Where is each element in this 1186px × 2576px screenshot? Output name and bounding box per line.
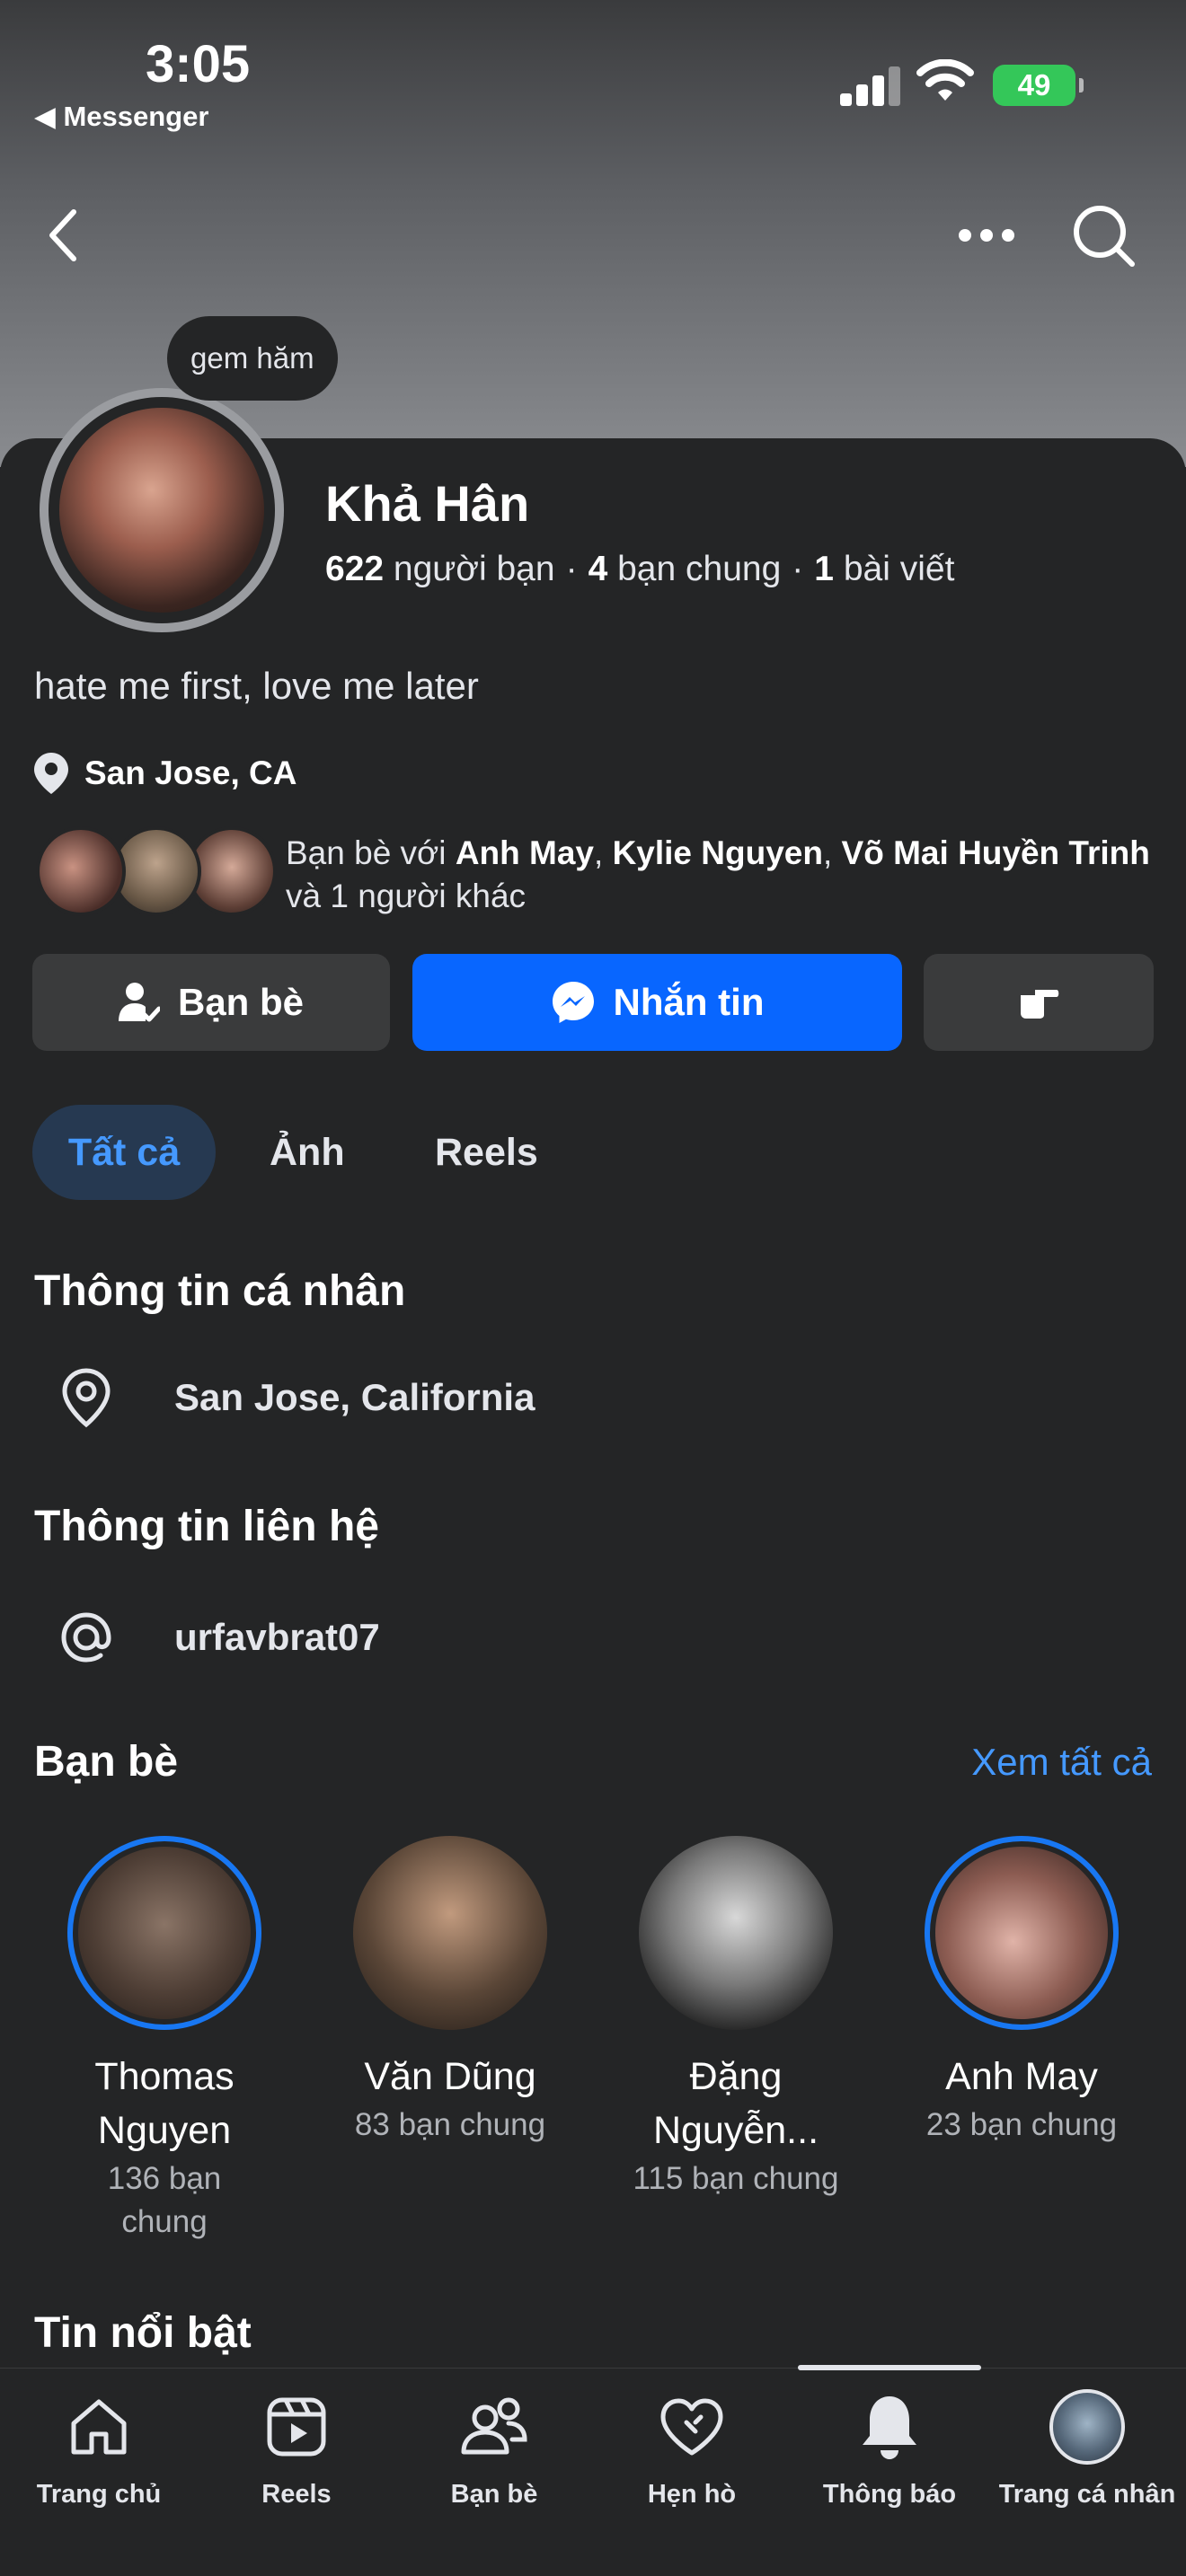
tab-all[interactable]: Tất cả xyxy=(32,1105,216,1200)
poke-hand-icon xyxy=(1021,990,1059,1019)
mutual-count[interactable]: 4 xyxy=(589,550,608,588)
friends-button-label: Bạn bè xyxy=(177,981,305,1023)
nav-friends[interactable]: Bạn bè xyxy=(395,2386,593,2510)
friend-name: Văn Dũng xyxy=(364,2055,536,2098)
friends-count-label[interactable]: người bạn xyxy=(394,550,555,588)
at-sign-icon xyxy=(61,1612,111,1663)
mutual-count-label[interactable]: bạn chung xyxy=(617,550,781,588)
friend-avatar xyxy=(925,1836,1119,2030)
mutual-name: Anh May xyxy=(455,834,595,871)
highlights-title: Tin nổi bật xyxy=(34,2309,252,2357)
profile-name: Khả Hân xyxy=(325,475,530,532)
personal-info-location[interactable]: San Jose, California xyxy=(52,1367,535,1428)
more-options-icon[interactable] xyxy=(957,225,1016,246)
contact-info-handle[interactable]: urfavbrat07 xyxy=(52,1606,380,1669)
profile-stats: 622 người bạn · 4 bạn chung · 1 bài viết xyxy=(325,550,955,588)
tab-photos[interactable]: Ảnh xyxy=(270,1105,345,1200)
battery-icon: 49 xyxy=(993,65,1084,106)
signal-icon xyxy=(840,66,901,106)
active-tab-indicator xyxy=(798,2365,981,2370)
back-to-app-link[interactable]: ◀ Messenger xyxy=(34,101,208,133)
mutual-name: Kylie Nguyen xyxy=(612,834,823,871)
nav-reels[interactable]: Reels xyxy=(198,2386,395,2510)
mutual-suffix: và 1 người khác xyxy=(286,878,527,914)
status-bar: 3:05 ◀ Messenger 49 xyxy=(0,0,1186,144)
nav-home[interactable]: Trang chủ xyxy=(0,2386,198,2510)
dating-icon xyxy=(660,2398,723,2456)
bottom-navigation: Trang chủ Reels Bạn bè Hẹn hò Thông báo … xyxy=(0,2365,1186,2576)
friend-mutual-count: 136 bạn chung xyxy=(107,2161,222,2239)
friend-card[interactable]: Thomas Nguyen 136 bạn chung xyxy=(30,1836,299,2244)
location-pin-icon xyxy=(34,753,68,794)
friend-name: Đặng Nguyễn... xyxy=(652,2055,819,2152)
friend-mutual-count: 83 bạn chung xyxy=(354,2107,546,2142)
mutual-separator: , xyxy=(594,834,604,871)
nav-notifications-label: Thông báo xyxy=(822,2480,957,2509)
friends-icon xyxy=(461,2397,527,2455)
nav-reels-label: Reels xyxy=(261,2480,332,2509)
friend-name: Anh May xyxy=(945,2055,1098,2098)
mutual-friends-text: Bạn bè với Anh May, Kylie Nguyen, Võ Mai… xyxy=(286,832,1166,918)
nav-dating[interactable]: Hẹn hò xyxy=(593,2386,791,2510)
friend-name: Thomas Nguyen xyxy=(94,2055,235,2152)
mutual-friend-avatar xyxy=(36,826,126,916)
home-icon xyxy=(71,2399,127,2455)
mutual-separator: , xyxy=(822,834,833,871)
contact-handle-text: urfavbrat07 xyxy=(174,1616,380,1658)
posts-count[interactable]: 1 xyxy=(814,550,834,588)
back-arrow-icon[interactable] xyxy=(45,208,81,262)
friends-button[interactable]: Bạn bè xyxy=(32,954,390,1051)
nav-profile[interactable]: Trang cá nhân xyxy=(988,2386,1186,2510)
mutual-friends-row[interactable]: Bạn bè với Anh May, Kylie Nguyen, Võ Mai… xyxy=(36,826,1168,925)
location-text: San Jose, CA xyxy=(84,754,297,791)
contact-info-title: Thông tin liên hệ xyxy=(34,1503,379,1550)
message-button-label: Nhắn tin xyxy=(613,981,765,1023)
message-button[interactable]: Nhắn tin xyxy=(412,954,902,1051)
profile-note-bubble[interactable]: gem hăm xyxy=(167,316,338,401)
friend-avatar xyxy=(353,1836,547,2030)
messenger-icon xyxy=(552,982,594,1023)
more-actions-button[interactable] xyxy=(924,954,1154,1051)
mutual-name: Võ Mai Huyền Trinh xyxy=(841,834,1150,871)
friends-section-title: Bạn bè xyxy=(34,1738,179,1786)
wifi-icon xyxy=(916,59,974,101)
friend-avatar xyxy=(639,1836,833,2030)
battery-level: 49 xyxy=(1017,68,1051,101)
friend-mutual-count: 23 bạn chung xyxy=(925,2107,1118,2142)
posts-count-label[interactable]: bài viết xyxy=(844,550,955,588)
status-time: 3:05 xyxy=(146,35,251,93)
nav-profile-label: Trang cá nhân xyxy=(998,2480,1176,2509)
reels-icon xyxy=(267,2397,326,2457)
profile-location: San Jose, CA xyxy=(34,753,296,794)
personal-info-location-text: San Jose, California xyxy=(174,1376,535,1418)
mutual-prefix: Bạn bè với xyxy=(286,834,447,871)
tab-reels[interactable]: Reels xyxy=(435,1105,538,1200)
friend-avatar xyxy=(67,1836,261,2030)
nav-friends-label: Bạn bè xyxy=(450,2480,538,2509)
friend-card[interactable]: Anh May 23 bạn chung xyxy=(887,1836,1156,2147)
search-icon[interactable] xyxy=(1071,203,1137,269)
nav-notifications[interactable]: Thông báo xyxy=(791,2386,988,2510)
bell-icon xyxy=(863,2396,916,2459)
friend-card[interactable]: Văn Dũng 83 bạn chung xyxy=(315,1836,585,2147)
nav-dating-label: Hẹn hò xyxy=(647,2480,737,2509)
see-all-friends-link[interactable]: Xem tất cả xyxy=(971,1741,1152,1784)
friends-count[interactable]: 622 xyxy=(325,550,384,588)
friend-mutual-count: 115 bạn chung xyxy=(633,2161,839,2196)
profile-avatar[interactable] xyxy=(40,388,284,632)
profile-bio: hate me first, love me later xyxy=(34,665,479,707)
profile-avatar xyxy=(1049,2389,1125,2465)
nav-home-label: Trang chủ xyxy=(36,2480,162,2509)
personal-info-title: Thông tin cá nhân xyxy=(34,1267,406,1315)
friend-card[interactable]: Đặng Nguyễn... 115 bạn chung xyxy=(601,1836,871,2201)
friend-check-icon xyxy=(118,983,160,1022)
location-pin-icon xyxy=(62,1368,111,1428)
